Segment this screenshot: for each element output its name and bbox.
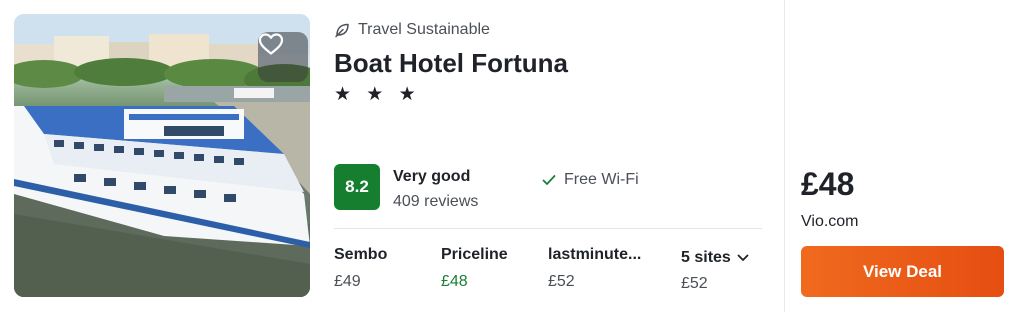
- hotel-info: Travel Sustainable Boat Hotel Fortuna ★ …: [334, 0, 764, 312]
- hotel-photo[interactable]: [14, 14, 310, 297]
- more-sites-dropdown[interactable]: 5 sites: [681, 249, 749, 267]
- travel-sustainable-badge: Travel Sustainable: [334, 21, 490, 39]
- view-deal-button[interactable]: View Deal: [801, 246, 1004, 297]
- site-price-sembo[interactable]: Sembo £49: [334, 246, 444, 291]
- review-score-badge: 8.2: [334, 164, 380, 210]
- site-price-priceline[interactable]: Priceline £48: [441, 246, 551, 291]
- review-score-label: Very good: [393, 168, 471, 185]
- favorite-button[interactable]: [258, 32, 308, 82]
- more-sites-price: £52: [681, 275, 708, 292]
- site-name: lastminute...: [548, 246, 642, 263]
- site-price-lastminute[interactable]: lastminute... £52: [548, 246, 650, 291]
- site-name: Priceline: [441, 246, 508, 263]
- hotel-card: Travel Sustainable Boat Hotel Fortuna ★ …: [0, 0, 1024, 312]
- amenity-wifi: Free Wi-Fi: [542, 171, 639, 189]
- star-rating: ★ ★ ★: [334, 84, 421, 105]
- site-price-best: £48: [441, 273, 468, 290]
- heart-outline-icon: [258, 33, 284, 55]
- check-icon: [542, 175, 556, 185]
- price-comparison: Sembo £49 Priceline £48 lastminute... £5…: [334, 246, 764, 306]
- leaf-icon: [335, 23, 349, 38]
- divider: [334, 228, 762, 229]
- deal-price: £48: [801, 166, 855, 202]
- column-divider: [784, 0, 785, 312]
- site-price: £49: [334, 273, 361, 290]
- more-sites-label: 5 sites: [681, 249, 731, 266]
- deal-provider: Vio.com: [801, 213, 859, 230]
- site-price: £52: [548, 273, 575, 290]
- review-count[interactable]: 409 reviews: [393, 193, 478, 211]
- travel-sustainable-label: Travel Sustainable: [358, 21, 490, 38]
- chevron-down-icon: [737, 254, 749, 261]
- site-name: Sembo: [334, 246, 388, 263]
- hotel-name[interactable]: Boat Hotel Fortuna: [334, 48, 568, 79]
- amenity-label: Free Wi-Fi: [564, 171, 639, 188]
